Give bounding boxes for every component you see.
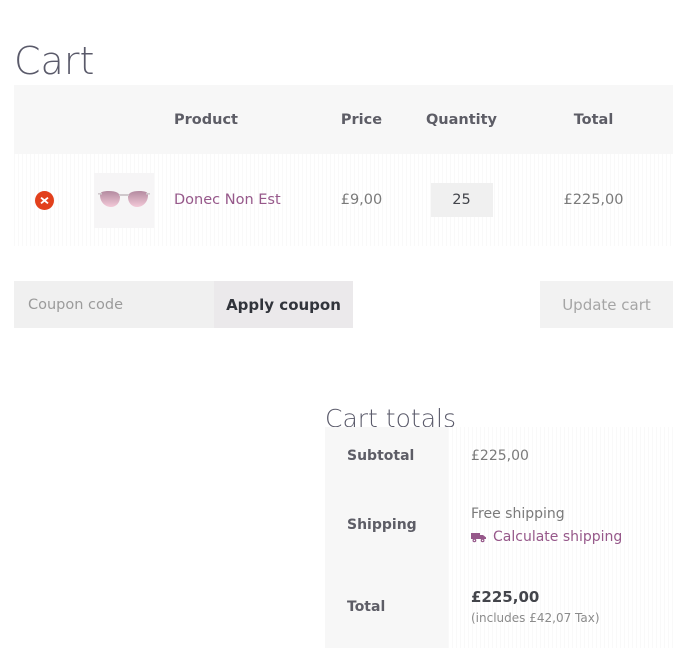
totals-value-subtotal: £225,00 <box>448 427 673 484</box>
totals-label-shipping: Shipping <box>325 484 448 566</box>
shipping-method-text: Free shipping <box>471 506 565 522</box>
cart-table: Product Price Quantity Total Donec Non E… <box>14 85 673 246</box>
product-line-total: £225,00 <box>563 192 624 208</box>
order-total-tax-note: (includes £42,07 Tax) <box>471 611 600 625</box>
totals-label-total: Total <box>325 566 448 648</box>
cart-table-header-row: Product Price Quantity Total <box>14 85 673 154</box>
product-name-link[interactable]: Donec Non Est <box>174 192 314 208</box>
column-header-total: Total <box>573 111 614 128</box>
quantity-cell <box>409 183 514 217</box>
order-total-amount: £225,00 <box>471 588 540 606</box>
delivery-truck-icon <box>471 531 487 544</box>
column-header-product: Product <box>174 111 238 128</box>
subtotal-amount: £225,00 <box>471 447 529 464</box>
column-header-price: Price <box>340 111 383 128</box>
totals-row-total: Total £225,00 (includes £42,07 Tax) <box>325 566 673 648</box>
product-price: £9,00 <box>340 192 383 208</box>
calculate-shipping-link[interactable]: Calculate shipping <box>471 526 673 548</box>
calculate-shipping-label: Calculate shipping <box>493 529 623 545</box>
update-cart-button[interactable]: Update cart <box>540 281 673 328</box>
page-title: Cart <box>14 39 95 84</box>
sunglasses-product-thumbnail <box>94 172 154 228</box>
column-header-quantity: Quantity <box>425 111 498 128</box>
table-row: Donec Non Est £9,00 £225,00 <box>14 154 673 246</box>
cart-totals-table: Subtotal £225,00 Shipping Free shipping <box>325 427 673 648</box>
remove-circle-x-icon <box>34 190 54 210</box>
totals-value-shipping: Free shipping Calculate shipping <box>448 484 673 566</box>
remove-item-button[interactable] <box>14 190 74 210</box>
totals-label-subtotal: Subtotal <box>325 427 448 484</box>
totals-value-total: £225,00 (includes £42,07 Tax) <box>448 566 673 648</box>
product-thumbnail-cell[interactable] <box>74 172 174 228</box>
coupon-code-input[interactable] <box>14 281 214 328</box>
totals-row-subtotal: Subtotal £225,00 <box>325 427 673 484</box>
cart-actions-row: Apply coupon Update cart <box>14 281 673 328</box>
quantity-input[interactable] <box>430 183 493 217</box>
totals-row-shipping: Shipping Free shipping Calculate shippin… <box>325 484 673 566</box>
apply-coupon-button[interactable]: Apply coupon <box>214 281 353 328</box>
